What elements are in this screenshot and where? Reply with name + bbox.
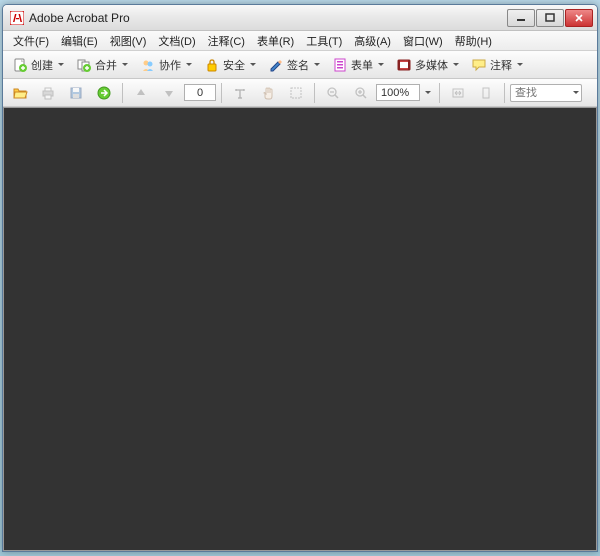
chevron-down-icon [314, 63, 320, 66]
document-viewport [3, 107, 597, 551]
chevron-down-icon [573, 91, 579, 94]
chevron-down-icon [517, 63, 523, 66]
multimedia-icon [396, 57, 412, 73]
zoom-in-icon [353, 85, 369, 101]
zoom-in-button[interactable] [348, 82, 374, 104]
secure-button[interactable]: 安全 [199, 54, 261, 76]
lock-icon [204, 57, 220, 73]
collaborate-label: 协作 [159, 57, 181, 73]
create-button[interactable]: 创建 [7, 54, 69, 76]
separator [314, 83, 315, 103]
page-number-input[interactable] [184, 84, 216, 101]
search-input[interactable] [515, 87, 571, 99]
app-icon [9, 10, 25, 26]
comments-label: 注释 [490, 57, 512, 73]
close-button[interactable] [565, 9, 593, 27]
sign-icon [268, 57, 284, 73]
comments-button[interactable]: 注释 [466, 54, 528, 76]
menu-forms[interactable]: 表单(R) [251, 31, 300, 51]
app-window: Adobe Acrobat Pro 文件(F) 编辑(E) 视图(V) 文档(D… [2, 4, 598, 552]
fit-page-button[interactable] [473, 82, 499, 104]
separator [122, 83, 123, 103]
minimize-button[interactable] [507, 9, 535, 27]
fit-width-icon [450, 85, 466, 101]
chevron-down-icon [250, 63, 256, 66]
create-label: 创建 [31, 57, 53, 73]
menu-view[interactable]: 视图(V) [104, 31, 153, 51]
chevron-down-icon [453, 63, 459, 66]
menu-edit[interactable]: 编辑(E) [55, 31, 104, 51]
menu-document[interactable]: 文档(D) [152, 31, 201, 51]
select-tool-button[interactable] [227, 82, 253, 104]
folder-open-icon [12, 85, 28, 101]
fit-width-button[interactable] [445, 82, 471, 104]
chevron-down-icon [122, 63, 128, 66]
window-title: Adobe Acrobat Pro [29, 11, 506, 25]
save-icon [68, 85, 84, 101]
forms-label: 表单 [351, 57, 373, 73]
merge-button[interactable]: 合并 [71, 54, 133, 76]
chevron-down-icon [378, 63, 384, 66]
next-page-button[interactable] [156, 82, 182, 104]
zoom-out-icon [325, 85, 341, 101]
secure-label: 安全 [223, 57, 245, 73]
marquee-tool-button[interactable] [283, 82, 309, 104]
comment-icon [471, 57, 487, 73]
merge-icon [76, 57, 92, 73]
hand-icon [260, 85, 276, 101]
arrow-up-icon [133, 85, 149, 101]
forms-button[interactable]: 表单 [327, 54, 389, 76]
hand-tool-button[interactable] [255, 82, 281, 104]
forms-icon [332, 57, 348, 73]
zoom-level-input[interactable] [376, 84, 420, 101]
create-icon [12, 57, 28, 73]
menu-help[interactable]: 帮助(H) [449, 31, 498, 51]
marquee-icon [288, 85, 304, 101]
chevron-down-icon [425, 91, 431, 94]
separator [504, 83, 505, 103]
separator [221, 83, 222, 103]
titlebar: Adobe Acrobat Pro [3, 5, 597, 31]
print-button[interactable] [35, 82, 61, 104]
zoom-dropdown-button[interactable] [420, 82, 434, 104]
search-box[interactable] [510, 84, 582, 102]
separator [439, 83, 440, 103]
multimedia-label: 多媒体 [415, 57, 448, 73]
prev-page-button[interactable] [128, 82, 154, 104]
export-icon [96, 85, 112, 101]
menu-tools[interactable]: 工具(T) [300, 31, 348, 51]
collaborate-button[interactable]: 协作 [135, 54, 197, 76]
export-button[interactable] [91, 82, 117, 104]
multimedia-button[interactable]: 多媒体 [391, 54, 464, 76]
file-toolbar [3, 79, 597, 107]
menu-advanced[interactable]: 高级(A) [348, 31, 397, 51]
sign-button[interactable]: 签名 [263, 54, 325, 76]
chevron-down-icon [186, 63, 192, 66]
sign-label: 签名 [287, 57, 309, 73]
maximize-button[interactable] [536, 9, 564, 27]
fit-page-icon [478, 85, 494, 101]
arrow-down-icon [161, 85, 177, 101]
main-toolbar: 创建 合并 协作 安全 签名 [3, 51, 597, 79]
menu-file[interactable]: 文件(F) [7, 31, 55, 51]
open-button[interactable] [7, 82, 33, 104]
menu-comment[interactable]: 注释(C) [202, 31, 251, 51]
menubar: 文件(F) 编辑(E) 视图(V) 文档(D) 注释(C) 表单(R) 工具(T… [3, 31, 597, 51]
save-button[interactable] [63, 82, 89, 104]
chevron-down-icon [58, 63, 64, 66]
merge-label: 合并 [95, 57, 117, 73]
print-icon [40, 85, 56, 101]
collaborate-icon [140, 57, 156, 73]
menu-window[interactable]: 窗口(W) [397, 31, 449, 51]
text-select-icon [232, 85, 248, 101]
zoom-out-button[interactable] [320, 82, 346, 104]
window-controls [506, 9, 593, 27]
